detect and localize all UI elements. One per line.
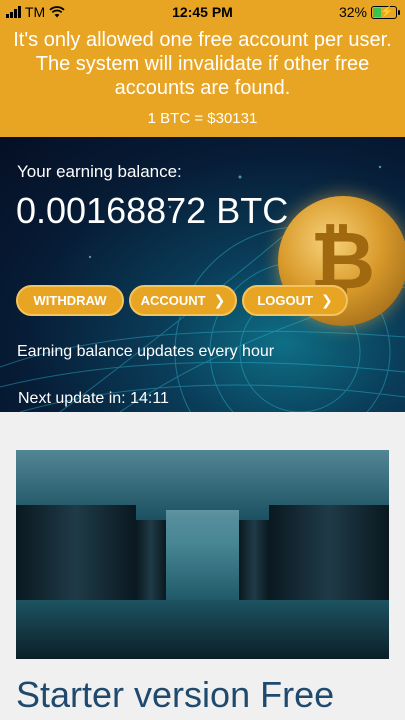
status-right: 32% ⚡ [338,4,400,20]
server-room-floor [16,600,389,659]
status-bar: TM 12:45 PM 32% ⚡ [0,0,405,24]
account-button[interactable]: ACCOUNT ❯ [129,285,237,316]
notice-message: It's only allowed one free account per u… [13,29,392,99]
next-update-text: Next update in: 14:11 [18,390,169,407]
withdraw-button-label: WITHDRAW [33,293,107,308]
chevron-right-icon: ❯ [213,292,226,309]
server-room-image [16,450,389,659]
battery-percent: 32% [338,4,367,20]
balance-value: 0.00168872 BTC [16,190,289,231]
server-rack [239,520,269,610]
btc-rate: 1 BTC = $30131 [147,110,258,127]
withdraw-button[interactable]: WITHDRAW [16,285,124,316]
notice-banner: It's only allowed one free account per u… [0,24,405,137]
battery-charging-icon: ⚡ [371,5,400,19]
balance-label: Your earning balance: [17,162,182,181]
account-button-label: ACCOUNT [140,293,206,308]
update-frequency-text: Earning balance updates every hour [17,343,275,360]
logout-button[interactable]: LOGOUT ❯ [242,285,348,316]
plan-title: Starter version Free [16,674,335,715]
server-rack [136,520,166,610]
logout-button-label: LOGOUT [257,293,313,308]
chevron-right-icon: ❯ [320,292,333,309]
